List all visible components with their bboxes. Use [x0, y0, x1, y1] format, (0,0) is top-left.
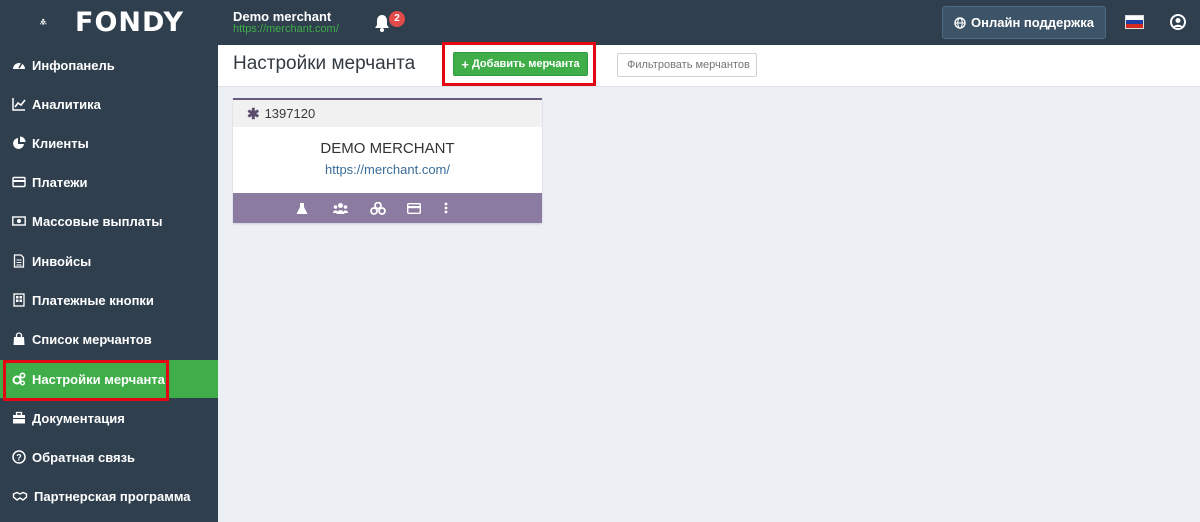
buttons-icon [13, 293, 25, 307]
svg-text:?: ? [16, 453, 22, 463]
sidebar-item-label: Инвойсы [32, 253, 92, 269]
add-merchant-button[interactable]: + Добавить мерчанта [453, 52, 588, 76]
sidebar-item-documentation[interactable]: Документация [0, 399, 218, 437]
notification-badge: 2 [389, 11, 405, 27]
credit-card-icon [12, 176, 26, 188]
dashboard-icon [13, 62, 25, 69]
online-support-button[interactable]: Онлайн поддержка [942, 6, 1106, 39]
user-circle-icon[interactable] [1170, 14, 1186, 30]
pie-chart-icon [13, 136, 26, 149]
highlight-frame-sidebar [3, 360, 169, 401]
bag-icon [13, 332, 25, 345]
sidebar-item-invoices[interactable]: Инвойсы [0, 242, 218, 280]
credit-card-icon[interactable] [407, 200, 444, 216]
file-text-icon [13, 254, 25, 268]
sidebar-item-label: Инфопанель [32, 57, 115, 73]
sidebar-item-label: Партнерская программа [34, 488, 191, 504]
cubes-icon[interactable] [370, 200, 407, 216]
more-vertical-icon[interactable] [444, 200, 481, 216]
question-circle-icon: ? [12, 450, 26, 464]
merchant-card[interactable]: ✱ 1397120 DEMO MERCHANT https://merchant… [233, 98, 542, 223]
flask-icon[interactable] [296, 200, 333, 216]
merchant-card-name: DEMO MERCHANT [320, 140, 455, 157]
russian-flag-icon[interactable] [1125, 15, 1144, 29]
sidebar-item-payment-buttons[interactable]: Платежные кнопки [0, 281, 218, 319]
sidebar-item-merchant-list[interactable]: Список мерчантов [0, 320, 218, 358]
merchant-card-header: ✱ 1397120 [233, 98, 542, 127]
add-merchant-label: Добавить мерчанта [471, 58, 580, 70]
online-support-label: Онлайн поддержка [971, 15, 1094, 30]
fondy-logo-icon[interactable] [40, 8, 70, 36]
sidebar-item-partner-program[interactable]: Партнерская программа [0, 477, 218, 515]
filter-merchants-input[interactable] [617, 53, 757, 77]
sidebar-item-label: Массовые выплаты [32, 213, 163, 229]
bell-icon[interactable] [374, 14, 390, 32]
sidebar-item-label: Документация [32, 410, 125, 426]
sidebar-item-analytics[interactable]: Аналитика [0, 85, 218, 123]
sidebar-item-label: Обратная связь [32, 449, 136, 465]
sidebar-item-label: Список мерчантов [32, 331, 152, 347]
briefcase-icon [13, 411, 25, 424]
sidebar-item-label: Платежные кнопки [32, 292, 154, 308]
top-bar: FONDY Demo merchant https://merchant.com… [0, 0, 1200, 45]
merchant-card-url[interactable]: https://merchant.com/ [233, 162, 542, 177]
sidebar: Инфопанель Аналитика Клиенты Платежи Мас… [0, 45, 218, 522]
money-icon [12, 216, 26, 226]
asterisk-icon: ✱ [247, 105, 260, 123]
merchant-card-actions [233, 193, 542, 223]
users-icon[interactable] [333, 200, 370, 216]
sidebar-item-label: Платежи [32, 174, 88, 190]
sidebar-item-label: Аналитика [32, 96, 101, 112]
globe-icon [954, 16, 966, 29]
sidebar-item-clients[interactable]: Клиенты [0, 124, 218, 162]
sidebar-item-label: Клиенты [32, 135, 89, 151]
sidebar-item-dashboard[interactable]: Инфопанель [0, 46, 218, 84]
sidebar-item-payments[interactable]: Платежи [0, 163, 218, 201]
handshake-icon [12, 491, 28, 501]
merchant-name[interactable]: Demo merchant [233, 9, 331, 24]
merchant-id: 1397120 [264, 106, 316, 121]
sidebar-item-feedback[interactable]: ? Обратная связь [0, 438, 218, 476]
page-title: Настройки мерчанта [233, 53, 416, 74]
plus-icon: + [461, 56, 469, 72]
logo-wordmark[interactable]: FONDY [75, 7, 184, 38]
merchant-url[interactable]: https://merchant.com/ [233, 23, 339, 35]
chart-line-icon [12, 98, 26, 111]
sidebar-item-mass-payouts[interactable]: Массовые выплаты [0, 202, 218, 240]
